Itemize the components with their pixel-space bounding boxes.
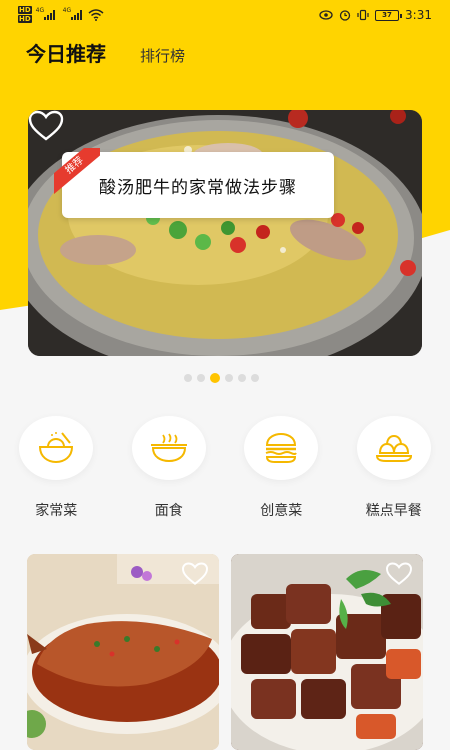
eye-icon [319,10,333,20]
category-pastry-breakfast[interactable]: 糕点早餐 [338,416,450,520]
status-left: HD HD 4G 4G [18,6,104,24]
category-icon-circle [131,416,206,480]
battery-icon: 37 [375,9,403,21]
carousel-indicator [184,373,259,383]
bowl-icon [39,432,74,464]
banner-food-image [28,110,422,356]
alarm-icon [339,10,351,21]
category-label: 面食 [154,503,183,519]
category-noodles[interactable]: 面食 [113,416,226,520]
battery-level: 37 [382,11,392,19]
favorite-heart-icon[interactable] [28,110,64,142]
burger-icon [265,432,298,463]
category-label: 糕点早餐 [365,503,422,519]
hd-icon: HD HD [18,6,32,24]
hd-label: HD [18,6,32,14]
signal-icon: 4G [63,7,82,20]
buns-icon [375,434,412,462]
network-label: 4G [35,7,45,14]
banner-caption[interactable]: 酸汤肥牛的家常做法步骤 [62,152,334,218]
category-row: 家常菜 面食 创意菜 糕点早餐 [0,416,450,520]
status-right: 37 3:31 [319,8,432,22]
clock: 3:31 [405,8,432,22]
category-creative[interactable]: 创意菜 [225,416,338,520]
category-label: 创意菜 [260,503,303,519]
wifi-icon [88,9,104,21]
recommend-tag-label: 推荐 [54,148,100,194]
favorite-heart-icon[interactable] [181,562,209,586]
tab-today-recommend[interactable]: 今日推荐 [26,38,106,67]
vibrate-icon [357,9,369,21]
category-icon-circle [19,416,94,480]
recommend-tag: 推荐 [54,148,100,194]
category-icon-circle [244,416,319,480]
recipe-card[interactable] [231,554,423,750]
signal-icon: 4G [36,7,55,20]
tab-ranking[interactable]: 排行榜 [140,45,185,66]
carousel-dot[interactable] [251,374,259,382]
category-label: 家常菜 [35,503,78,519]
hd-label: HD [18,15,32,23]
favorite-heart-icon[interactable] [385,562,413,586]
category-home-cooking[interactable]: 家常菜 [0,416,113,520]
carousel-dot[interactable] [184,374,192,382]
status-bar: HD HD 4G 4G 37 3:31 [0,0,450,30]
featured-banner[interactable] [28,110,422,356]
network-label: 4G [62,7,72,14]
carousel-dot[interactable] [225,374,233,382]
recipe-card[interactable] [27,554,219,750]
carousel-dot[interactable] [197,374,205,382]
carousel-dot[interactable] [238,374,246,382]
top-tabs: 今日推荐 排行榜 [26,38,185,67]
category-icon-circle [356,416,431,480]
noodle-bowl-icon [150,433,187,463]
carousel-dot-active[interactable] [210,373,220,383]
